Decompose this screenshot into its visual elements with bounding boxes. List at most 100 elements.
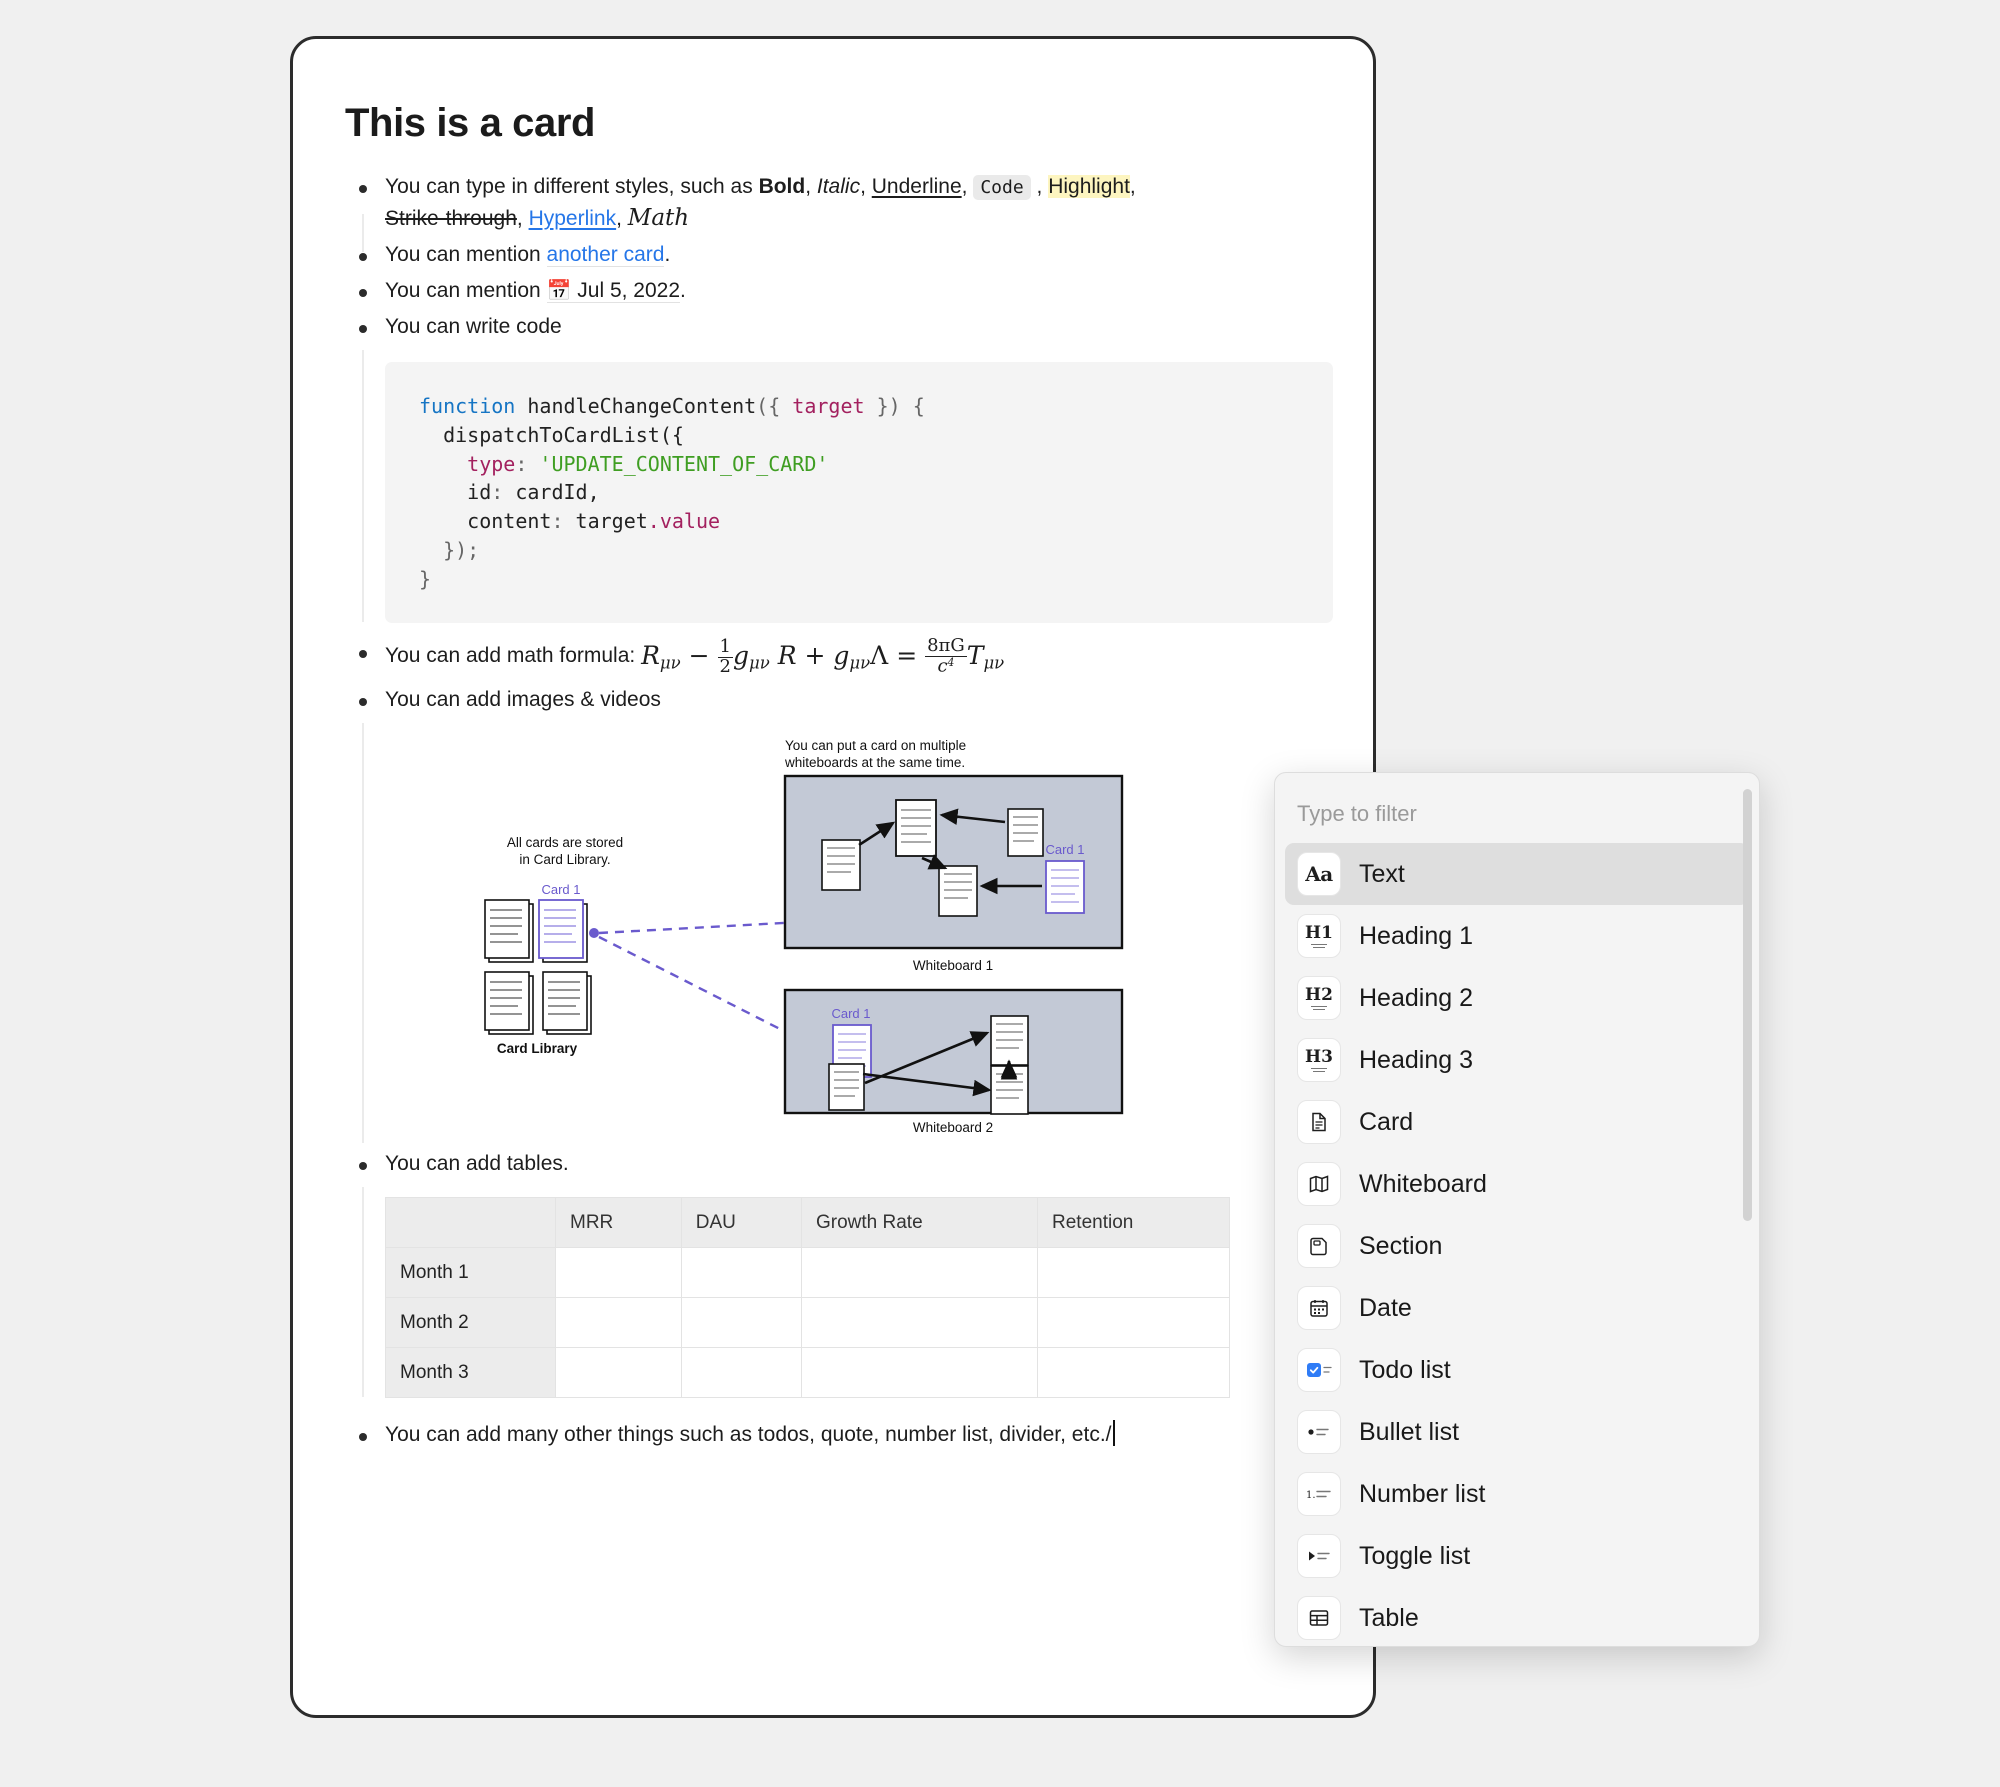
bullet-mention-card[interactable]: You can mention another card. — [345, 240, 1333, 270]
table-cell[interactable] — [801, 1247, 1038, 1299]
table-row: Month 3 — [385, 1347, 1230, 1399]
menu-item-label: Number list — [1359, 1479, 1486, 1508]
table-row: Month 2 — [385, 1297, 1230, 1349]
bullet-write-code[interactable]: You can write code function handleChange… — [345, 312, 1333, 624]
table-cell[interactable] — [1037, 1247, 1230, 1299]
table-cell[interactable] — [801, 1347, 1038, 1399]
menu-item-whiteboard[interactable]: Whiteboard — [1285, 1153, 1749, 1215]
card-whiteboard-diagram: You can put a card on multiple whiteboar… — [484, 738, 1124, 1135]
menu-item-bullet-list[interactable]: Bullet list — [1285, 1401, 1749, 1463]
table-cell[interactable] — [680, 1347, 803, 1399]
heading-2-icon: H2 — [1297, 976, 1341, 1020]
date-mention-value: Jul 5, 2022 — [577, 279, 681, 303]
bullet-styles-text: You can type in different styles, such a… — [385, 175, 1136, 231]
menu-item-heading-2[interactable]: H2 Heading 2 — [1285, 967, 1749, 1029]
section-icon — [1297, 1224, 1341, 1268]
menu-item-todo-list[interactable]: Todo list — [1285, 1339, 1749, 1401]
math-g2: g — [833, 640, 850, 670]
menu-item-heading-1[interactable]: H1 Heading 1 — [1285, 905, 1749, 967]
table-cell[interactable] — [555, 1347, 682, 1399]
menu-item-card[interactable]: Card — [1285, 1091, 1749, 1153]
indent-guide — [362, 1187, 364, 1398]
bullet-tables-text: You can add tables. — [385, 1152, 569, 1176]
diagram-caption-left-2: in Card Library. — [519, 852, 610, 867]
card-container[interactable]: This is a card You can type in different… — [290, 36, 1376, 1718]
math-lambda: Λ — [870, 640, 889, 670]
checkbox-icon — [1297, 1348, 1341, 1392]
indent-guide — [362, 350, 364, 623]
bullet-images-videos-text: You can add images & videos — [385, 687, 661, 711]
menu-item-text[interactable]: Aa Text — [1285, 843, 1749, 905]
bullet-other-things-text: You can add many other things such as to… — [385, 1420, 1333, 1450]
table-row-label-month-1[interactable]: Month 1 — [385, 1247, 556, 1299]
table-cell[interactable] — [1037, 1297, 1230, 1349]
card-mention-link[interactable]: another card — [546, 243, 665, 268]
table-row-label-month-3[interactable]: Month 3 — [385, 1347, 556, 1399]
text-cursor — [1112, 1420, 1115, 1447]
code-block[interactable]: function handleChangeContent({ target })… — [385, 361, 1333, 624]
strikethrough-sample: Strike-through — [385, 206, 517, 230]
table-cell[interactable] — [801, 1297, 1038, 1349]
bold-sample: Bold — [758, 175, 806, 198]
table-cell[interactable] — [680, 1247, 803, 1299]
menu-item-number-list[interactable]: 1. Number list — [1285, 1463, 1749, 1525]
toggle-list-icon — [1297, 1534, 1341, 1578]
metrics-table[interactable]: MRR DAU Growth Rate Retention Month 1 Mo… — [385, 1197, 1230, 1399]
math-sub-munu: μν — [983, 653, 1005, 673]
code-fn-name: handleChangeContent — [515, 393, 757, 418]
bullet-marker — [359, 697, 367, 706]
bullet-marker — [359, 289, 367, 298]
math-sub-munu: μν — [849, 653, 871, 673]
bullet-styles[interactable]: You can type in different styles, such a… — [345, 172, 1333, 252]
slash-command-menu[interactable]: Type to filter Aa Text H1 Heading 1 H2 H… — [1274, 772, 1760, 1647]
menu-item-label: Heading 2 — [1359, 983, 1473, 1012]
table-header-blank[interactable] — [385, 1197, 556, 1249]
menu-scrollbar[interactable] — [1743, 789, 1752, 1632]
filter-input[interactable]: Type to filter — [1275, 773, 1759, 843]
heading-1-icon: H1 — [1297, 914, 1341, 958]
code-string-value: 'UPDATE_CONTENT_OF_CARD' — [539, 451, 829, 476]
table-header-mrr[interactable]: MRR — [555, 1197, 682, 1249]
date-mention-chip[interactable]: 📅 Jul 5, 2022 — [546, 279, 681, 304]
table-cell[interactable] — [680, 1297, 803, 1349]
table-header-retention[interactable]: Retention — [1037, 1197, 1230, 1249]
bullet-marker — [359, 1433, 367, 1442]
diagram-caption-top-1: You can put a card on multiple — [785, 738, 966, 753]
math-kappa-frac: 8πG c4 — [925, 637, 967, 676]
menu-item-label: Heading 1 — [1359, 921, 1473, 950]
code-kw-function: function — [419, 393, 516, 418]
math-inline-sample: Math — [627, 204, 690, 231]
code-param: target — [792, 393, 865, 418]
mention-date-suffix: . — [680, 279, 686, 303]
table-row-label-month-2[interactable]: Month 2 — [385, 1297, 556, 1349]
diagram-figure[interactable]: You can put a card on multiple whiteboar… — [385, 728, 1333, 1143]
table-cell[interactable] — [555, 1247, 682, 1299]
table-cell[interactable] — [555, 1297, 682, 1349]
menu-item-date[interactable]: Date — [1285, 1277, 1749, 1339]
math-minus: − — [688, 640, 710, 670]
menu-scrollbar-thumb[interactable] — [1743, 789, 1752, 1221]
menu-item-heading-3[interactable]: H3 Heading 3 — [1285, 1029, 1749, 1091]
bullet-mention-date[interactable]: You can mention 📅 Jul 5, 2022. — [345, 276, 1333, 306]
table-body: Month 1 Month 2 Month 3 — [385, 1247, 1230, 1399]
bullet-images-videos[interactable]: You can add images & videos You can put … — [345, 685, 1333, 1144]
bullet-mention-date-text: You can mention 📅 Jul 5, 2022. — [385, 276, 1333, 306]
hyperlink-sample[interactable]: Hyperlink — [529, 207, 617, 230]
table-cell[interactable] — [1037, 1347, 1230, 1399]
menu-item-toggle-list[interactable]: Toggle list — [1285, 1525, 1749, 1587]
math-R: R — [641, 640, 660, 670]
bullet-math-formula[interactable]: You can add math formula: Rμν − 1 2 gμν R … — [345, 637, 1333, 676]
menu-item-label: Date — [1359, 1293, 1412, 1322]
bullet-mention-card-text: You can mention another card. — [385, 240, 1333, 270]
card-library-stack: Card 1 Card Library — [484, 882, 592, 1056]
number-list-icon: 1. — [1297, 1472, 1341, 1516]
bullet-marker — [359, 650, 367, 659]
mention-date-prefix: You can mention — [385, 279, 547, 303]
menu-item-table[interactable]: Table — [1285, 1587, 1749, 1646]
menu-item-section[interactable]: Section — [1285, 1215, 1749, 1277]
bullet-other-things[interactable]: You can add many other things such as to… — [345, 1420, 1333, 1450]
bullet-tables[interactable]: You can add tables. MRR DAU Growth Rate … — [345, 1149, 1333, 1399]
bullet-marker — [359, 185, 367, 193]
table-header-dau[interactable]: DAU — [680, 1197, 803, 1249]
table-header-growth-rate[interactable]: Growth Rate — [801, 1197, 1038, 1249]
